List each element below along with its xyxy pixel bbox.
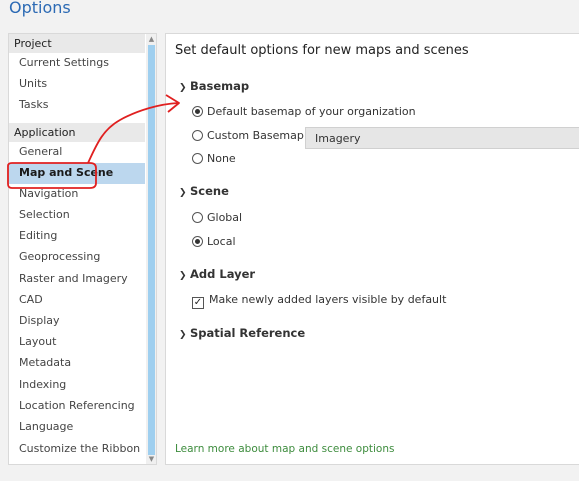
basemap-option-custom[interactable]: Custom Basemap xyxy=(192,129,304,142)
chevron-down-icon: ❯ xyxy=(179,271,187,281)
options-nav-panel: Project Current Settings Units Tasks App… xyxy=(8,33,157,465)
basemap-option-none-label: None xyxy=(207,152,236,165)
window-title: Options xyxy=(9,0,71,17)
spatial-reference-header-label: Spatial Reference xyxy=(190,326,306,340)
scene-option-global-label: Global xyxy=(207,211,243,224)
scene-section-header[interactable]: ❯ Scene xyxy=(179,184,229,198)
map-scene-options-panel: Set default options for new maps and sce… xyxy=(165,33,579,465)
learn-more-link[interactable]: Learn more about map and scene options xyxy=(175,443,394,455)
visible-by-default-label: Make newly added layers visible by defau… xyxy=(209,293,447,306)
spatial-reference-section-header[interactable]: ❯ Spatial Reference xyxy=(179,326,305,340)
basemap-option-default[interactable]: Default basemap of your organization xyxy=(192,105,416,118)
radio-unselected-icon[interactable] xyxy=(192,153,203,164)
nav-item-location-referencing[interactable]: Location Referencing xyxy=(9,396,145,417)
scene-option-global[interactable]: Global xyxy=(192,211,242,224)
scene-option-local-label: Local xyxy=(207,235,236,248)
nav-item-cad[interactable]: CAD xyxy=(9,290,145,311)
chevron-right-icon: ❯ xyxy=(179,330,187,340)
basemap-option-none[interactable]: None xyxy=(192,152,236,165)
basemap-option-custom-label: Custom Basemap xyxy=(207,129,304,142)
nav-item-display[interactable]: Display xyxy=(9,311,145,332)
nav-item-units[interactable]: Units xyxy=(9,74,145,95)
radio-unselected-icon[interactable] xyxy=(192,130,203,141)
nav-item-language[interactable]: Language xyxy=(9,417,145,438)
scroll-up-arrow-icon[interactable]: ▲ xyxy=(146,34,156,44)
radio-selected-icon[interactable] xyxy=(192,236,203,247)
chevron-down-icon: ❯ xyxy=(179,83,187,93)
scene-header-label: Scene xyxy=(190,184,229,198)
nav-item-indexing[interactable]: Indexing xyxy=(9,375,145,396)
nav-item-selection[interactable]: Selection xyxy=(9,205,145,226)
nav-item-customize-the-ribbon[interactable]: Customize the Ribbon xyxy=(9,439,145,460)
chevron-down-icon: ❯ xyxy=(179,188,187,198)
nav-item-navigation[interactable]: Navigation xyxy=(9,184,145,205)
nav-group-project: Project xyxy=(9,34,145,53)
check-icon[interactable]: ✓ xyxy=(192,297,204,309)
nav-item-editing[interactable]: Editing xyxy=(9,226,145,247)
nav-item-raster-and-imagery[interactable]: Raster and Imagery xyxy=(9,269,145,290)
nav-item-tasks[interactable]: Tasks xyxy=(9,95,145,116)
nav-item-geoprocessing[interactable]: Geoprocessing xyxy=(9,247,145,268)
nav-group-application: Application xyxy=(9,123,145,142)
nav-scroll-thumb[interactable] xyxy=(148,45,155,455)
custom-basemap-select[interactable]: Imagery xyxy=(305,127,579,149)
nav-item-metadata[interactable]: Metadata xyxy=(9,353,145,374)
visible-by-default-option[interactable]: ✓ Make newly added layers visible by defa… xyxy=(192,293,446,309)
basemap-header-label: Basemap xyxy=(190,79,250,93)
nav-item-general[interactable]: General xyxy=(9,142,145,163)
scroll-down-arrow-icon[interactable]: ▼ xyxy=(146,454,156,464)
nav-item-current-settings[interactable]: Current Settings xyxy=(9,53,145,74)
nav-scrollbar[interactable]: ▲ ▼ xyxy=(146,34,156,464)
radio-selected-icon[interactable] xyxy=(192,106,203,117)
nav-item-layout[interactable]: Layout xyxy=(9,332,145,353)
nav-item-map-and-scene[interactable]: Map and Scene xyxy=(9,163,145,184)
add-layer-section-header[interactable]: ❯ Add Layer xyxy=(179,267,255,281)
radio-unselected-icon[interactable] xyxy=(192,212,203,223)
basemap-section-header[interactable]: ❯ Basemap xyxy=(179,79,249,93)
panel-title: Set default options for new maps and sce… xyxy=(175,43,469,58)
basemap-option-default-label: Default basemap of your organization xyxy=(207,105,416,118)
scene-option-local[interactable]: Local xyxy=(192,235,236,248)
add-layer-header-label: Add Layer xyxy=(190,267,256,281)
